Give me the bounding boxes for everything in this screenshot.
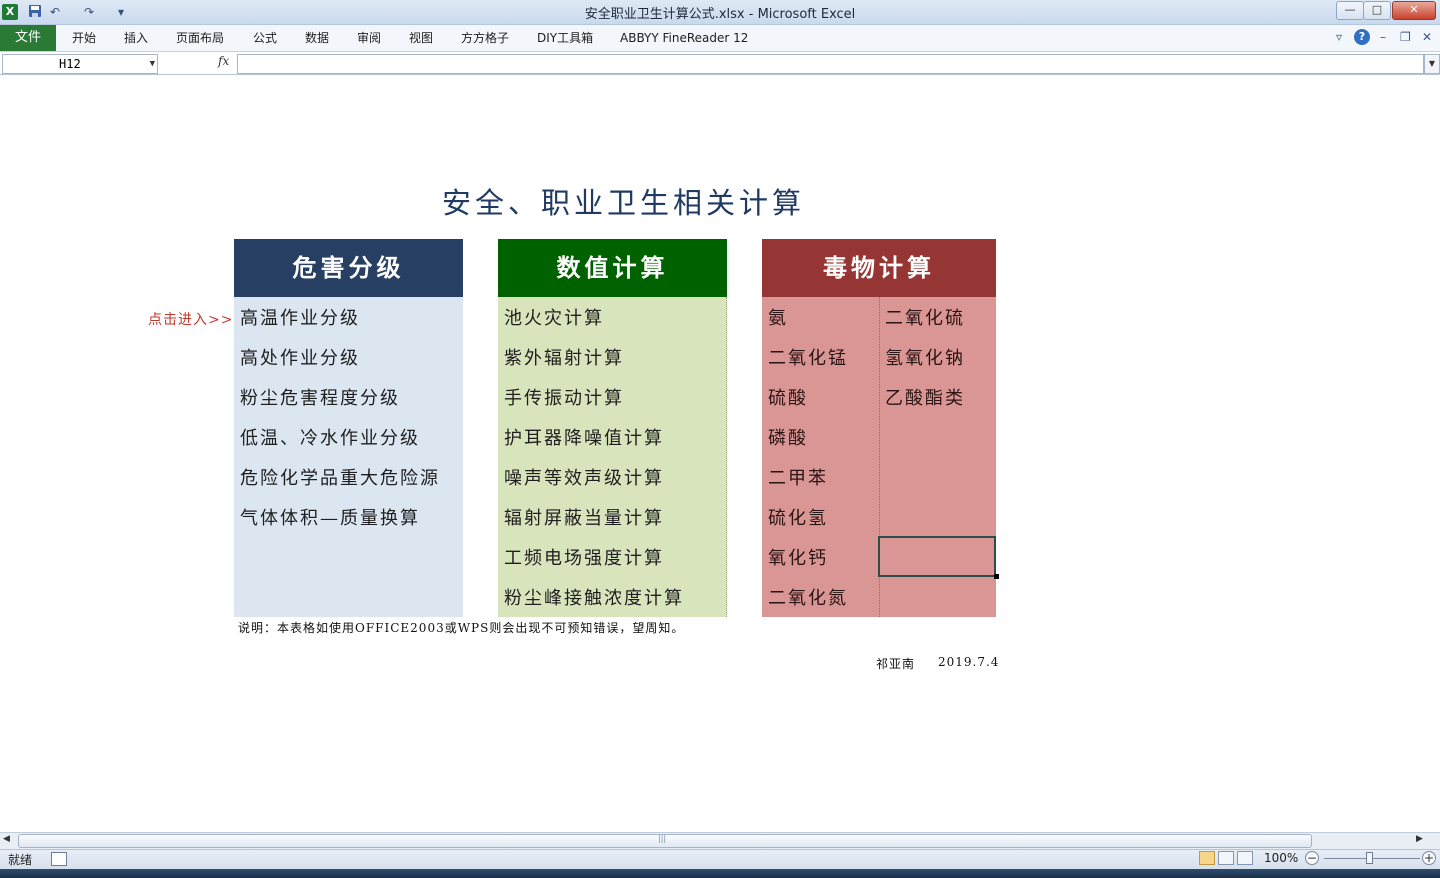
toxic-link-sodium-hydroxide[interactable]: 氢氧化钠 [885, 345, 965, 373]
hazard-link-high-temp[interactable]: 高温作业分级 [240, 305, 360, 333]
numeric-link-power-field[interactable]: 工频电场强度计算 [504, 545, 664, 573]
toxic-link-manganese-dioxide[interactable]: 二氧化锰 [768, 345, 848, 373]
scroll-right-icon[interactable]: ▶ [1416, 834, 1423, 844]
minimize-button[interactable]: — [1336, 1, 1364, 20]
hazard-header: 危害分级 [234, 239, 463, 297]
status-ready: 就绪 [8, 853, 33, 867]
tab-review[interactable]: 审阅 [357, 25, 381, 51]
author-name: 祁亚南 [876, 657, 916, 671]
page-title: 安全、职业卫生相关计算 [442, 186, 806, 220]
window-title: 安全职业卫生计算公式.xlsx - Microsoft Excel [584, 7, 856, 22]
numeric-link-pool-fire[interactable]: 池火灾计算 [504, 305, 604, 333]
tab-data[interactable]: 数据 [305, 25, 329, 51]
insert-function-icon[interactable]: fx [218, 54, 229, 68]
zoom-out-icon[interactable]: − [1305, 851, 1319, 865]
toxic-link-calcium-oxide[interactable]: 氧化钙 [768, 545, 828, 573]
os-taskbar [0, 869, 1440, 878]
chevron-down-icon[interactable]: ▼ [150, 55, 155, 73]
numeric-body: 池火灾计算 紫外辐射计算 手传振动计算 护耳器降噪值计算 噪声等效声级计算 辐射… [498, 297, 727, 617]
toxic-link-nitrogen-dioxide[interactable]: 二氧化氮 [768, 585, 848, 613]
toxic-link-sulfur-dioxide[interactable]: 二氧化硫 [885, 305, 965, 333]
minimize-ribbon-icon[interactable]: ▿ [1336, 30, 1342, 44]
selected-cell[interactable] [878, 536, 996, 577]
zoom-in-icon[interactable]: + [1422, 851, 1436, 865]
page-layout-view-icon[interactable] [1218, 851, 1234, 865]
hazard-link-low-temp[interactable]: 低温、冷水作业分级 [240, 425, 420, 453]
tab-home[interactable]: 开始 [72, 25, 96, 51]
numeric-link-ear-protector[interactable]: 护耳器降噪值计算 [504, 425, 664, 453]
toxic-link-ammonia[interactable]: 氨 [768, 305, 788, 333]
macro-record-icon[interactable] [51, 852, 67, 866]
name-box-value: H12 [59, 57, 81, 71]
workbook-minimize-icon[interactable]: – [1380, 30, 1386, 44]
help-icon[interactable]: ? [1354, 29, 1370, 45]
tab-page-layout[interactable]: 页面布局 [176, 25, 224, 51]
maximize-button[interactable]: □ [1363, 1, 1391, 20]
toxic-link-hydrogen-sulfide[interactable]: 硫化氢 [768, 505, 828, 533]
tab-diy-toolbox[interactable]: DIY工具箱 [537, 25, 593, 51]
numeric-header: 数值计算 [498, 239, 727, 297]
close-button[interactable]: ✕ [1392, 1, 1436, 20]
numeric-link-dust-peak[interactable]: 粉尘峰接触浓度计算 [504, 585, 684, 613]
workbook-restore-icon[interactable]: ❐ [1400, 30, 1411, 44]
tab-insert[interactable]: 插入 [124, 25, 148, 51]
hazard-link-height-work[interactable]: 高处作业分级 [240, 345, 360, 373]
toxic-header: 毒物计算 [762, 239, 996, 297]
fill-handle[interactable] [994, 574, 999, 579]
name-box[interactable]: H12 ▼ [2, 54, 158, 74]
scrollbar-grip-icon: ||| [658, 834, 667, 843]
toxic-link-xylene[interactable]: 二甲苯 [768, 465, 828, 493]
tab-formulas[interactable]: 公式 [253, 25, 277, 51]
numeric-link-uv[interactable]: 紫外辐射计算 [504, 345, 624, 373]
tab-abbyy[interactable]: ABBYY FineReader 12 [620, 25, 748, 51]
zoom-level[interactable]: 100% [1264, 851, 1298, 865]
date-label: 2019.7.4 [938, 655, 1000, 669]
hazard-link-major-hazard[interactable]: 危险化学品重大危险源 [240, 465, 440, 493]
numeric-link-noise[interactable]: 噪声等效声级计算 [504, 465, 664, 493]
hazard-link-gas-conversion[interactable]: 气体体积—质量换算 [240, 505, 420, 533]
toxic-link-acetate-esters[interactable]: 乙酸酯类 [885, 385, 965, 413]
zoom-slider-thumb[interactable] [1366, 852, 1373, 864]
tab-fangfanggezi[interactable]: 方方格子 [461, 25, 509, 51]
toxic-link-phosphoric-acid[interactable]: 磷酸 [768, 425, 808, 453]
scroll-left-icon[interactable]: ◀ [3, 834, 10, 844]
page-break-view-icon[interactable] [1237, 851, 1253, 865]
usage-note: 说明：本表格如使用OFFICE2003或WPS则会出现不可预知错误，望周知。 [238, 621, 685, 635]
formula-input[interactable] [237, 54, 1424, 74]
numeric-link-hand-vibration[interactable]: 手传振动计算 [504, 385, 624, 413]
workbook-close-icon[interactable]: ✕ [1422, 30, 1432, 44]
normal-view-icon[interactable] [1199, 851, 1215, 865]
hazard-link-dust[interactable]: 粉尘危害程度分级 [240, 385, 400, 413]
tab-view[interactable]: 视图 [409, 25, 433, 51]
click-hint: 点击进入>> [148, 312, 234, 328]
numeric-link-radiation-shield[interactable]: 辐射屏蔽当量计算 [504, 505, 664, 533]
hazard-body: 高温作业分级 高处作业分级 粉尘危害程度分级 低温、冷水作业分级 危险化学品重大… [234, 297, 463, 617]
tab-file[interactable]: 文件 [0, 25, 56, 51]
expand-formula-bar-icon[interactable]: ▼ [1424, 54, 1440, 74]
toxic-link-sulfuric-acid[interactable]: 硫酸 [768, 385, 808, 413]
